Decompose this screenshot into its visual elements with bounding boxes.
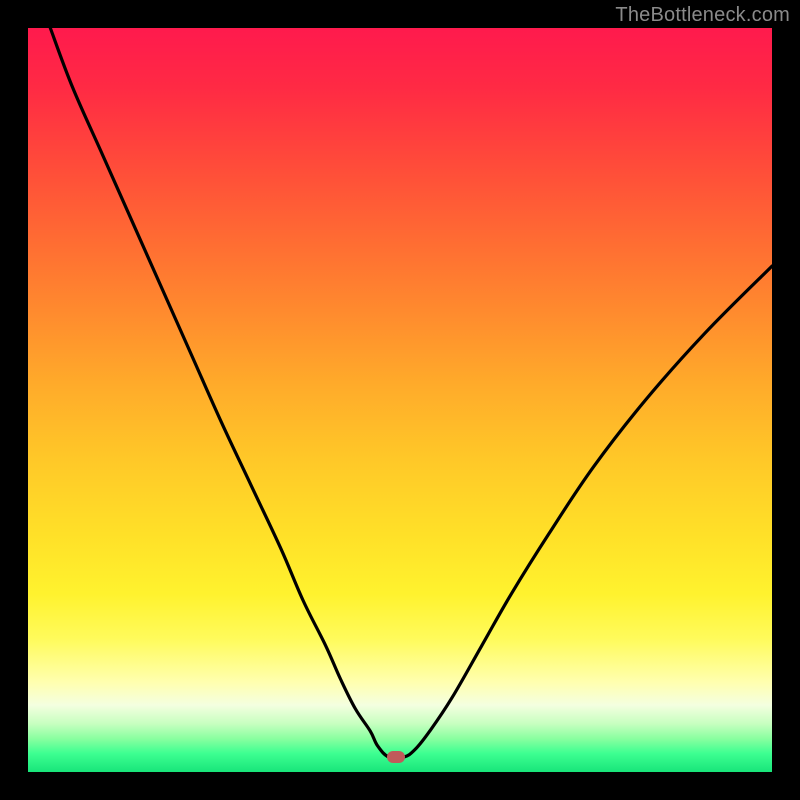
chart-frame: TheBottleneck.com xyxy=(0,0,800,800)
plot-area xyxy=(28,28,772,772)
bottleneck-curve xyxy=(28,28,772,772)
optimal-marker xyxy=(387,751,405,763)
watermark-text: TheBottleneck.com xyxy=(615,4,790,27)
